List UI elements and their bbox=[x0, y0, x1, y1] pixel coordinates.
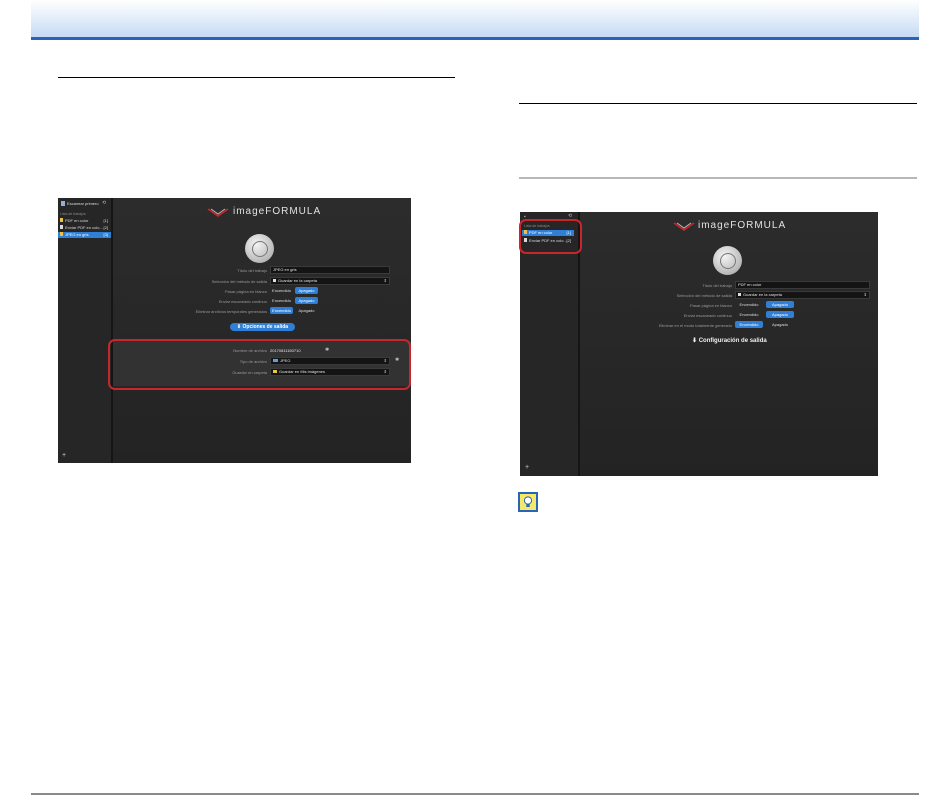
job-icon bbox=[60, 218, 63, 222]
job-title-input[interactable]: JPEG en gris bbox=[270, 266, 390, 274]
sidebar-item-send-pdf[interactable]: Enviar PDF en colo... [2] bbox=[58, 225, 111, 230]
destination-value: Guardar en la carpeta bbox=[743, 292, 782, 297]
auto-delete-on[interactable]: Encendido bbox=[735, 321, 763, 328]
blank-skip-on[interactable]: Encendido bbox=[270, 287, 293, 294]
continuous-on[interactable]: Encendido bbox=[735, 311, 763, 318]
folder-icon bbox=[273, 279, 276, 282]
imageformula-logo-icon bbox=[673, 222, 695, 231]
continuous-on[interactable]: Encendido bbox=[270, 297, 293, 304]
auto-delete-on[interactable]: Encendido bbox=[270, 307, 293, 314]
job-list-sidebar: Escanear primero ⟲ Lista de trabajos PDF… bbox=[58, 198, 113, 463]
start-scan-icon bbox=[252, 241, 268, 257]
select-arrow-icon: ⇕ bbox=[863, 292, 867, 297]
arrow-down-icon: ⬇ bbox=[236, 324, 242, 330]
blank-skip-on[interactable]: Encendido bbox=[735, 301, 763, 308]
auto-delete-off[interactable]: Apagado bbox=[766, 321, 794, 328]
sidebar-item-jpeg-gray[interactable]: JPEG en gris [3] bbox=[58, 232, 111, 238]
job-title-label: Título del trabajo bbox=[702, 283, 732, 288]
output-options-label: Opciones de salida bbox=[242, 324, 289, 330]
job-count: [1] bbox=[103, 218, 108, 223]
left-section-rule bbox=[58, 77, 455, 78]
job-settings-area: imageFORMULA Título del trabajo PDF en c… bbox=[580, 212, 878, 476]
arrow-right-icon[interactable]: ⟲ bbox=[102, 200, 106, 206]
scanner-icon bbox=[61, 201, 65, 207]
blank-skip-label: Pasar página en blanco bbox=[689, 303, 732, 308]
job-count: [3] bbox=[103, 232, 108, 237]
output-options-button[interactable]: ⬇ Opciones de salida bbox=[230, 323, 295, 331]
header-rule bbox=[31, 37, 919, 40]
app-logo-text: imageFORMULA bbox=[698, 220, 787, 231]
destination-select[interactable]: Guardar en la carpeta ⇕ bbox=[735, 291, 870, 299]
destination-value: Guardar en la carpeta bbox=[278, 278, 317, 283]
destination-label: Selección del método de salida bbox=[211, 279, 267, 284]
select-arrow-icon: ⇕ bbox=[383, 278, 387, 283]
continuous-off[interactable]: Apagado bbox=[766, 311, 794, 318]
job-icon bbox=[60, 225, 63, 229]
job-label: JPEG en gris bbox=[65, 232, 89, 237]
right-section-rule bbox=[519, 103, 917, 104]
auto-delete-off[interactable]: Apagado bbox=[295, 307, 318, 314]
add-job-icon[interactable]: + bbox=[62, 452, 66, 459]
output-settings-label: Configuración de salida bbox=[698, 338, 767, 344]
continuous-scan-label: Enviar escaneado continuo bbox=[218, 299, 267, 304]
start-scan-button[interactable] bbox=[245, 234, 274, 263]
lightbulb-hint-icon bbox=[518, 492, 538, 512]
imageformula-logo-icon bbox=[207, 208, 229, 217]
blank-skip-off[interactable]: Apagado bbox=[766, 301, 794, 308]
start-scan-icon bbox=[720, 253, 736, 269]
job-list-header: Lista de trabajos bbox=[60, 212, 86, 216]
destination-select[interactable]: Guardar en la carpeta ⇕ bbox=[270, 277, 390, 285]
page-header-band bbox=[31, 0, 919, 40]
scan-first-item[interactable]: Escanear primero bbox=[61, 201, 99, 207]
job-settings-area: imageFORMULA Título del trabajo JPEG en … bbox=[113, 198, 411, 463]
continuous-scan-label: Enviar escaneado continuo bbox=[683, 313, 732, 318]
add-job-icon[interactable]: + bbox=[525, 464, 529, 471]
job-label: PDF en color bbox=[65, 218, 89, 223]
output-settings-button[interactable]: ⬇ Configuración de salida bbox=[692, 337, 767, 344]
scan-first-label: Escanear primero bbox=[67, 201, 99, 206]
footer-rule bbox=[31, 793, 919, 795]
destination-label: Selección del método de salida bbox=[676, 293, 732, 298]
left-app-screenshot: Escanear primero ⟲ Lista de trabajos PDF… bbox=[58, 198, 411, 463]
auto-delete-label: Eliminar en el modo totalmente generado bbox=[658, 323, 732, 328]
continuous-off[interactable]: Apagado bbox=[295, 297, 318, 304]
job-label: Enviar PDF en colo... bbox=[65, 225, 103, 230]
folder-icon bbox=[738, 293, 741, 296]
highlight-output-options bbox=[108, 339, 411, 390]
blank-skip-label: Pasar página en blanco bbox=[224, 289, 267, 294]
highlight-job-list bbox=[519, 219, 582, 254]
app-logo-text: imageFORMULA bbox=[233, 206, 322, 217]
start-scan-button[interactable] bbox=[713, 246, 742, 275]
blank-skip-off[interactable]: Apagado bbox=[295, 287, 318, 294]
right-section-rule-gray bbox=[519, 177, 917, 179]
auto-delete-label: Eliminar archivos temporales generados bbox=[195, 309, 267, 314]
job-count: [2] bbox=[103, 225, 108, 230]
job-title-input[interactable]: PDF en color bbox=[735, 281, 870, 289]
sidebar-item-pdf-color[interactable]: PDF en color [1] bbox=[58, 218, 111, 223]
arrow-down-icon: ⬇ bbox=[692, 338, 698, 344]
job-icon bbox=[60, 232, 63, 236]
job-title-label: Título del trabajo bbox=[237, 268, 267, 273]
